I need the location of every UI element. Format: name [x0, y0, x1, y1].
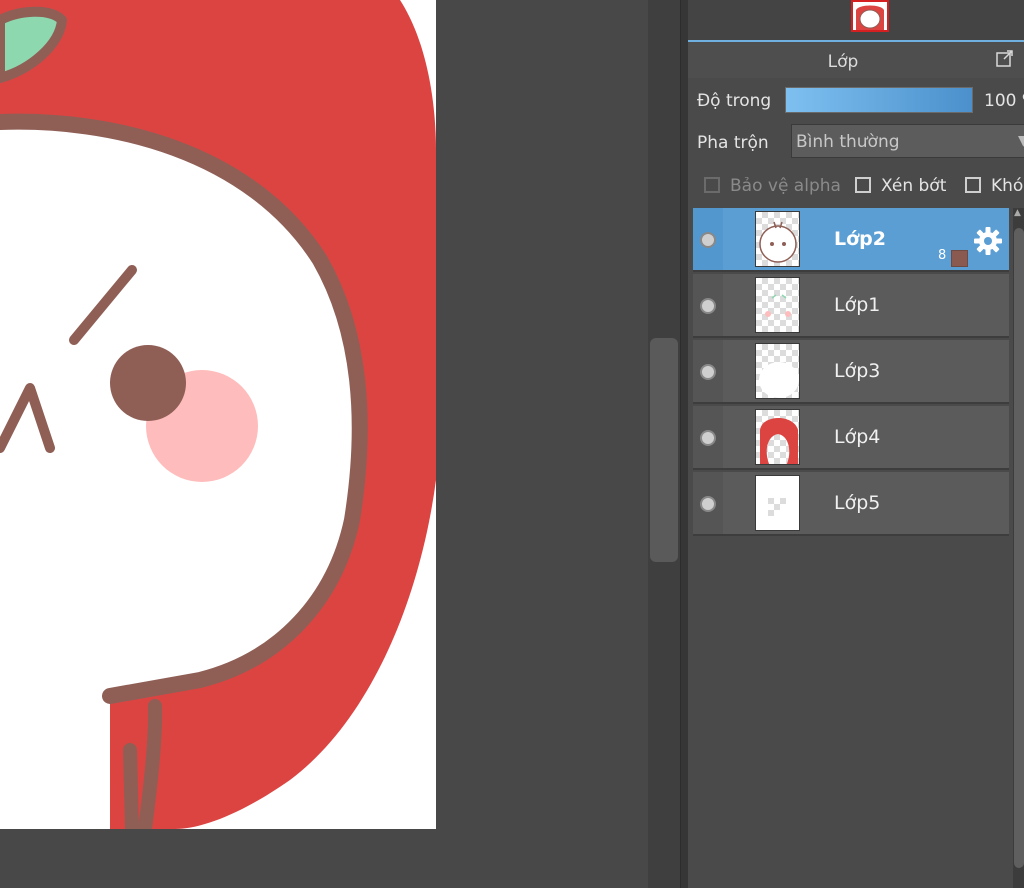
- blend-mode-select[interactable]: Bình thường ▼: [791, 124, 1024, 158]
- opacity-slider[interactable]: [785, 87, 973, 113]
- layer-panel: Lớp Độ trong 100 % Pha trộn Bình thường …: [688, 0, 1024, 888]
- popout-icon[interactable]: [996, 49, 1014, 67]
- opacity-label: Độ trong: [697, 91, 772, 111]
- layer-row-lop4[interactable]: Lớp4: [693, 406, 1009, 470]
- opacity-value: 100 %: [984, 91, 1024, 111]
- layer-thumbnail: [755, 211, 800, 267]
- navigator-strip: [688, 0, 1024, 40]
- lock-checkbox[interactable]: [965, 177, 981, 193]
- layer-thumbnail: [755, 475, 800, 531]
- layer-color-swatch: [951, 250, 968, 267]
- layer-row-lop2[interactable]: Lớp2 8: [693, 208, 1009, 272]
- scroll-up-arrow-icon[interactable]: ▲: [1014, 208, 1021, 218]
- layer-name: Lớp1: [834, 294, 881, 316]
- navigator-thumbnail[interactable]: [851, 0, 889, 32]
- drawing-canvas[interactable]: [0, 0, 436, 829]
- layer-thumbnail: [755, 409, 800, 465]
- layer-row-lop1[interactable]: Lớp1: [693, 274, 1009, 338]
- lock-label: Khóa: [991, 176, 1024, 196]
- canvas-scrollbar-thumb[interactable]: [650, 338, 678, 562]
- chevron-down-icon: ▼: [1018, 133, 1024, 149]
- layer-badge-count: 8: [938, 248, 947, 263]
- visibility-toggle[interactable]: [693, 274, 723, 336]
- clipping-label: Xén bớt: [881, 176, 947, 196]
- clipping-checkbox[interactable]: [855, 177, 871, 193]
- layer-thumbnail: [755, 343, 800, 399]
- canvas-artwork: [0, 0, 436, 829]
- protect-alpha-label: Bảo vệ alpha: [730, 176, 841, 196]
- panel-title: Lớp: [827, 52, 859, 72]
- protect-alpha-checkbox[interactable]: [704, 177, 720, 193]
- eye-icon: [700, 364, 716, 380]
- visibility-toggle[interactable]: [693, 472, 723, 534]
- layer-list-scrollbar-thumb[interactable]: [1014, 228, 1024, 868]
- visibility-toggle[interactable]: [693, 406, 723, 468]
- layer-name: Lớp3: [834, 360, 881, 382]
- layer-name: Lớp4: [834, 426, 881, 448]
- eye-icon: [700, 496, 716, 512]
- visibility-toggle[interactable]: [693, 340, 723, 402]
- layer-thumbnail: [755, 277, 800, 333]
- gear-icon[interactable]: [973, 226, 1003, 256]
- layer-list: Lớp2 8 Lớp1 Lớp3 Lớp4 Lớp5: [693, 208, 1009, 888]
- eye-icon: [700, 232, 716, 248]
- canvas-vertical-scrollbar[interactable]: [648, 0, 680, 888]
- layer-panel-header: Lớp: [688, 40, 1024, 78]
- layer-list-scrollbar[interactable]: ▲: [1013, 208, 1024, 888]
- layer-row-lop3[interactable]: Lớp3: [693, 340, 1009, 404]
- blend-mode-value: Bình thường: [796, 132, 900, 152]
- layer-row-lop5[interactable]: Lớp5: [693, 472, 1009, 536]
- eye-icon: [700, 430, 716, 446]
- visibility-toggle[interactable]: [693, 208, 723, 270]
- layer-name: Lớp2: [834, 228, 886, 250]
- layer-name: Lớp5: [834, 492, 881, 514]
- blend-mode-label: Pha trộn: [697, 133, 769, 153]
- eye-icon: [700, 298, 716, 314]
